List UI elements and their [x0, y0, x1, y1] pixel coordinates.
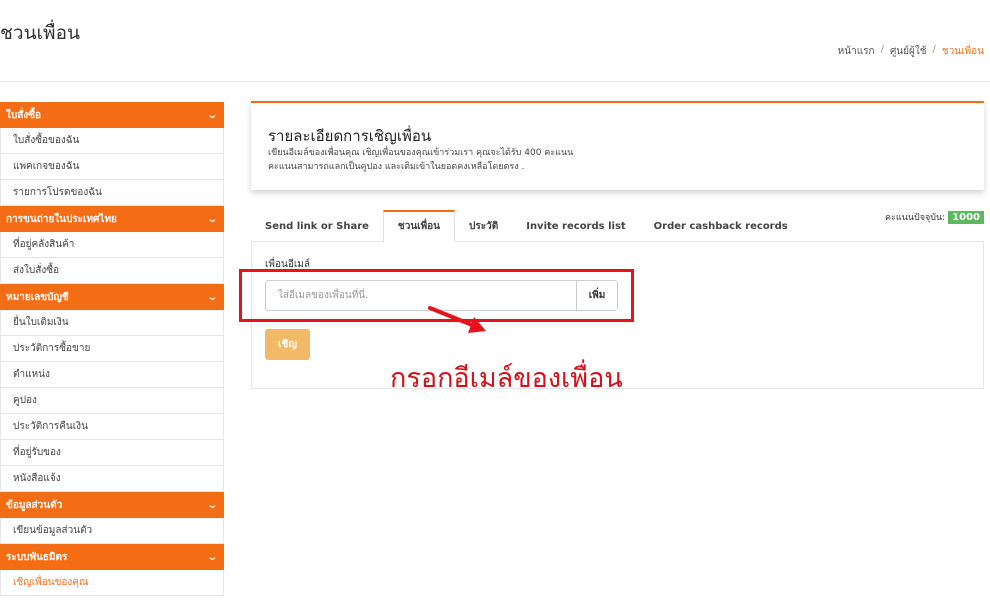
- tab-invite-friend[interactable]: ชวนเพื่อน: [382, 210, 456, 242]
- points-badge: 1000: [948, 210, 984, 224]
- breadcrumb-user-center[interactable]: ศูนย์ผู้ใช้: [890, 44, 927, 59]
- breadcrumb: หน้าแรก / ศูนย์ผู้ใช้ / ชวนเพื่อน: [838, 44, 984, 59]
- sidebar-section-title: ระบบพันธมิตร: [6, 551, 68, 563]
- sidebar-section-title: หมายเลขบัญชี: [6, 291, 69, 303]
- sidebar-item-favorites[interactable]: รายการโปรดของฉัน: [0, 180, 224, 206]
- sidebar-section-title: ข้อมูลส่วนตัว: [6, 499, 63, 511]
- sidebar: ใบสั่งซื้อ ⌄ ใบสั่งซื้อของฉัน แพคเกจของฉ…: [0, 102, 224, 596]
- breadcrumb-current: ชวนเพื่อน: [941, 46, 984, 57]
- tab-bar: Send link or Share ชวนเพื่อน ประวัติ Inv…: [251, 210, 802, 242]
- sidebar-item-refund-history[interactable]: ประวัติการคืนเงิน: [0, 414, 224, 440]
- description-line: คะแนนสามารถแลกเป็นคูปอง และเติมเข้าในยอด…: [268, 162, 525, 172]
- tab-send-link[interactable]: Send link or Share: [251, 210, 383, 242]
- chevron-down-icon: ⌄: [205, 551, 218, 563]
- annotation-arrow-icon: [428, 306, 486, 333]
- invite-details-title: รายละเอียดการเชิญเพื่อน: [268, 127, 432, 145]
- sidebar-section-shipping[interactable]: การขนถ่ายในประเทศไทย ⌄: [0, 206, 224, 232]
- sidebar-item-edit-profile[interactable]: เขียนข้อมูลส่วนตัว: [0, 518, 224, 544]
- invite-details-description: เขียนอีเมล์ของเพื่อนคุณ เชิญเพื่อนของคุณ…: [268, 146, 608, 174]
- sidebar-item-receiving-address[interactable]: ที่อยู่รับของ: [0, 440, 224, 466]
- sidebar-item-transactions[interactable]: ประวัติการซื้อขาย: [0, 336, 224, 362]
- sidebar-item-coupons[interactable]: คูปอง: [0, 388, 224, 414]
- sidebar-item-send-order[interactable]: ส่งใบสั่งซื้อ: [0, 258, 224, 284]
- invite-button[interactable]: เชิญ: [265, 329, 310, 360]
- sidebar-item-my-packages[interactable]: แพคเกจของฉัน: [0, 154, 224, 180]
- breadcrumb-separator: /: [932, 44, 936, 55]
- page-title: ชวนเพื่อน: [0, 22, 80, 44]
- breadcrumb-home[interactable]: หน้าแรก: [838, 44, 875, 59]
- sidebar-section-affiliate[interactable]: ระบบพันธมิตร ⌄: [0, 544, 224, 570]
- sidebar-section-orders[interactable]: ใบสั่งซื้อ ⌄: [0, 102, 224, 128]
- sidebar-section-title: การขนถ่ายในประเทศไทย: [6, 213, 117, 225]
- chevron-down-icon: ⌄: [205, 499, 218, 511]
- tab-invite-records[interactable]: Invite records list: [512, 210, 639, 242]
- sidebar-item-warehouse-address[interactable]: ที่อยู่คลังสินค้า: [0, 232, 224, 258]
- sidebar-section-title: ใบสั่งซื้อ: [6, 109, 42, 121]
- description-line: เขียนอีเมล์ของเพื่อนคุณ เชิญเพื่อนของคุณ…: [268, 148, 574, 158]
- tab-order-cashback[interactable]: Order cashback records: [640, 210, 802, 242]
- chevron-down-icon: ⌄: [205, 109, 218, 121]
- sidebar-item-my-orders[interactable]: ใบสั่งซื้อของฉัน: [0, 128, 224, 154]
- chevron-down-icon: ⌄: [205, 291, 218, 303]
- tab-history[interactable]: ประวัติ: [455, 210, 512, 242]
- sidebar-item-position[interactable]: ตำแหน่ง: [0, 362, 224, 388]
- sidebar-section-account[interactable]: หมายเลขบัญชี ⌄: [0, 284, 224, 310]
- invite-details-card: รายละเอียดการเชิญเพื่อน เขียนอีเมล์ของเพ…: [251, 101, 984, 190]
- sidebar-item-invite-friends[interactable]: เชิญเพื่อนของคุณ: [0, 570, 224, 596]
- current-points: คะแนนปัจจุบัน: 1000: [885, 210, 984, 224]
- sidebar-section-profile[interactable]: ข้อมูลส่วนตัว ⌄: [0, 492, 224, 518]
- chevron-down-icon: ⌄: [205, 213, 218, 225]
- points-label: คะแนนปัจจุบัน:: [885, 213, 946, 223]
- annotation-text: กรอกอีเมล์ของเพื่อน: [390, 363, 623, 394]
- sidebar-item-top-up[interactable]: ยื่นใบเติมเงิน: [0, 310, 224, 336]
- sidebar-item-notices[interactable]: หนังสือแจ้ง: [0, 466, 224, 492]
- header-divider: [0, 81, 990, 82]
- breadcrumb-separator: /: [880, 44, 884, 55]
